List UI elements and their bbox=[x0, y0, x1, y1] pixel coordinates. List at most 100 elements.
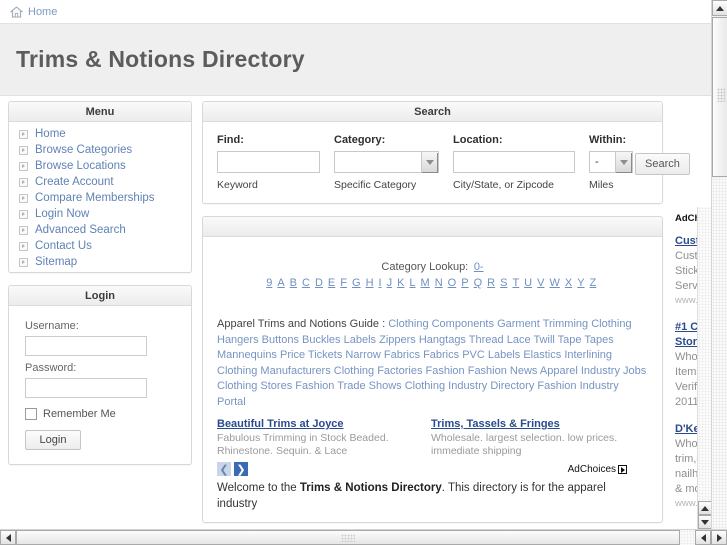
chevron-down-icon[interactable] bbox=[615, 152, 631, 172]
sidebar-item-login-now[interactable]: Login Now bbox=[9, 206, 191, 222]
category-lookup-letter[interactable]: E bbox=[328, 277, 335, 289]
guide-link[interactable]: Twill Tape bbox=[533, 334, 581, 346]
password-input[interactable] bbox=[25, 378, 147, 398]
guide-link[interactable]: Hangtags bbox=[419, 334, 466, 346]
category-lookup-letter[interactable]: K bbox=[397, 277, 404, 289]
category-lookup-letter[interactable]: Y bbox=[577, 277, 584, 289]
vertical-scroll-thumb[interactable] bbox=[712, 17, 727, 177]
guide-link[interactable]: Thread bbox=[469, 334, 504, 346]
guide-link[interactable]: Fashion Trade Shows bbox=[295, 380, 401, 392]
category-lookup-letter[interactable]: B bbox=[290, 277, 297, 289]
guide-link[interactable]: Fabrics bbox=[423, 349, 459, 361]
sidebar-item-browse-categories[interactable]: Browse Categories bbox=[9, 142, 191, 158]
username-input[interactable] bbox=[25, 336, 147, 356]
scroll-right-button[interactable] bbox=[711, 530, 727, 545]
remember-me-row[interactable]: Remember Me bbox=[25, 408, 191, 420]
guide-link[interactable]: PVC Labels bbox=[462, 349, 520, 361]
chevron-left-icon[interactable]: ❮ bbox=[217, 462, 231, 476]
guide-link[interactable]: Buttons bbox=[262, 334, 299, 346]
category-lookup-letter[interactable]: M bbox=[421, 277, 430, 289]
guide-link[interactable]: Clothing Stores bbox=[217, 380, 292, 392]
category-lookup-letter[interactable]: T bbox=[512, 277, 519, 289]
inner-scroll-down-button[interactable] bbox=[698, 515, 712, 529]
sidebar-item-compare-memberships[interactable]: Compare Memberships bbox=[9, 190, 191, 206]
ad-title-link[interactable]: Trims, Tassels & Fringes bbox=[431, 418, 627, 430]
scroll-up-button[interactable] bbox=[712, 0, 727, 16]
sidebar-item-browse-locations[interactable]: Browse Locations bbox=[9, 158, 191, 174]
remember-me-checkbox[interactable] bbox=[25, 408, 37, 420]
category-lookup-letter[interactable]: C bbox=[302, 277, 310, 289]
guide-link[interactable]: Elastics bbox=[523, 349, 561, 361]
guide-link[interactable]: Buckles bbox=[302, 334, 341, 346]
sidebar-item-create-account[interactable]: Create Account bbox=[9, 174, 191, 190]
category-lookup-letter[interactable]: H bbox=[366, 277, 374, 289]
adchoices-link[interactable]: AdChoices bbox=[568, 464, 627, 475]
inner-vertical-scrollbar[interactable] bbox=[697, 207, 712, 529]
guide-link[interactable]: Interlining bbox=[564, 349, 612, 361]
inner-scroll-up-button[interactable] bbox=[698, 501, 712, 515]
chevron-right-icon[interactable]: ❯ bbox=[234, 462, 248, 476]
login-submit-button[interactable]: Login bbox=[25, 430, 81, 450]
category-lookup-letter[interactable]: G bbox=[352, 277, 361, 289]
guide-link[interactable]: Price Tickets bbox=[280, 349, 342, 361]
guide-link[interactable]: Fashion News bbox=[468, 365, 538, 377]
category-lookup-letter[interactable]: O bbox=[448, 277, 457, 289]
guide-link[interactable]: Clothing Factories bbox=[334, 365, 423, 377]
guide-link[interactable]: Mannequins bbox=[217, 349, 277, 361]
sidebar-item-label[interactable]: Contact Us bbox=[35, 240, 92, 252]
guide-link[interactable]: Fashion bbox=[426, 365, 465, 377]
sidebar-item-label[interactable]: Browse Locations bbox=[35, 160, 126, 172]
category-lookup-letter[interactable]: F bbox=[340, 277, 347, 289]
vertical-scroll-track[interactable] bbox=[712, 178, 727, 529]
sidebar-item-sitemap[interactable]: Sitemap bbox=[9, 254, 191, 270]
guide-link[interactable]: Lace bbox=[507, 334, 531, 346]
guide-link[interactable]: Labels bbox=[344, 334, 376, 346]
sidebar-item-label[interactable]: Home bbox=[35, 128, 66, 140]
guide-link[interactable]: Garment Trimming bbox=[497, 318, 588, 330]
category-lookup-letter[interactable]: L bbox=[409, 277, 415, 289]
scroll-left-button-2[interactable] bbox=[695, 530, 711, 545]
scroll-left-button[interactable] bbox=[0, 530, 16, 545]
guide-link[interactable]: Tapes bbox=[584, 334, 613, 346]
sidebar-item-home[interactable]: Home bbox=[9, 126, 191, 142]
category-lookup-letter[interactable]: Z bbox=[590, 277, 597, 289]
guide-link[interactable]: Clothing Components bbox=[388, 318, 494, 330]
category-select[interactable] bbox=[334, 151, 439, 173]
sidebar-item-contact-us[interactable]: Contact Us bbox=[9, 238, 191, 254]
page-horizontal-scrollbar[interactable] bbox=[0, 529, 727, 545]
guide-link[interactable]: Clothing Industry Directory bbox=[405, 380, 535, 392]
category-lookup-letter[interactable]: X bbox=[565, 277, 572, 289]
category-lookup-letter[interactable]: I bbox=[379, 277, 382, 289]
find-input[interactable] bbox=[217, 151, 320, 173]
sidebar-item-label[interactable]: Sitemap bbox=[35, 256, 77, 268]
category-lookup-letter[interactable]: R bbox=[487, 277, 495, 289]
within-select[interactable]: - bbox=[589, 151, 633, 173]
page-vertical-scrollbar[interactable] bbox=[711, 0, 727, 529]
category-lookup-letter[interactable]: U bbox=[524, 277, 532, 289]
category-lookup-letter[interactable]: J bbox=[387, 277, 393, 289]
sidebar-item-advanced-search[interactable]: Advanced Search bbox=[9, 222, 191, 238]
category-lookup-letter[interactable]: V bbox=[537, 277, 544, 289]
category-lookup-letter[interactable]: S bbox=[500, 277, 507, 289]
category-lookup-letter[interactable]: P bbox=[461, 277, 468, 289]
category-lookup-letter[interactable]: Q bbox=[474, 277, 483, 289]
sidebar-item-label[interactable]: Advanced Search bbox=[35, 224, 126, 236]
location-input[interactable] bbox=[453, 151, 575, 173]
ad-title-link[interactable]: Beautiful Trims at Joyce bbox=[217, 418, 413, 430]
horizontal-scroll-thumb[interactable] bbox=[16, 530, 680, 545]
sidebar-item-label[interactable]: Create Account bbox=[35, 176, 114, 188]
horizontal-scroll-track[interactable] bbox=[680, 530, 695, 545]
category-lookup-letter[interactable]: D bbox=[315, 277, 323, 289]
breadcrumb-home-link[interactable]: Home bbox=[28, 6, 57, 18]
guide-link[interactable]: Apparel Industry Jobs bbox=[540, 365, 646, 377]
guide-link[interactable]: Zippers bbox=[379, 334, 416, 346]
category-lookup-letter[interactable]: A bbox=[277, 277, 284, 289]
guide-link[interactable]: Clothing Manufacturers bbox=[217, 365, 331, 377]
sidebar-item-label[interactable]: Browse Categories bbox=[35, 144, 132, 156]
guide-link[interactable]: Narrow Fabrics bbox=[345, 349, 420, 361]
chevron-down-icon[interactable] bbox=[421, 152, 437, 172]
category-lookup-letter[interactable]: N bbox=[435, 277, 443, 289]
sidebar-item-label[interactable]: Login Now bbox=[35, 208, 89, 220]
category-lookup-letter[interactable]: W bbox=[549, 277, 559, 289]
sidebar-item-label[interactable]: Compare Memberships bbox=[35, 192, 155, 204]
